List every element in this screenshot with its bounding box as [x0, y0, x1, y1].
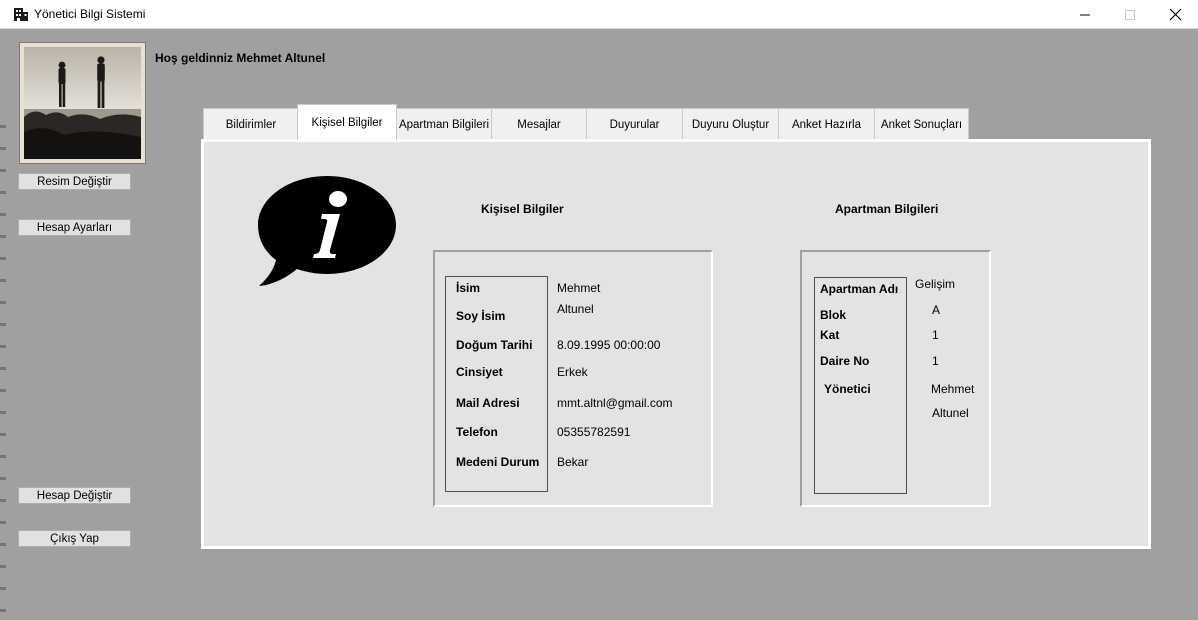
- tab-notifications[interactable]: Bildirimler: [203, 108, 299, 140]
- gender-label: Cinsiyet: [456, 365, 503, 379]
- tab-survey-results[interactable]: Anket Sonuçları: [874, 108, 969, 140]
- marital-status-value: Bekar: [557, 455, 589, 469]
- tab-prepare-survey[interactable]: Anket Hazırla: [778, 108, 875, 140]
- surname-value: Altunel: [557, 302, 594, 316]
- apartment-name-value: Gelişim: [915, 277, 956, 291]
- tab-personal-info[interactable]: Kişisel Bilgiler: [297, 104, 397, 140]
- name-label: İsim: [456, 281, 481, 295]
- welcome-message: Hoş geldinniz Mehmet Altunel: [155, 51, 326, 65]
- maximize-icon: [1125, 9, 1135, 20]
- apartment-info-group: Apartman Adı Blok Kat Daire No Yönetici …: [800, 250, 991, 507]
- marital-status-label: Medeni Durum: [456, 455, 540, 469]
- surname-label: Soy İsim: [456, 309, 506, 323]
- close-button[interactable]: [1152, 0, 1198, 29]
- mail-value: mmt.altnl@gmail.com: [557, 396, 673, 410]
- logout-button[interactable]: Çıkış Yap: [18, 530, 131, 547]
- minimize-icon: [1080, 14, 1090, 15]
- door-number-value: 1: [932, 354, 939, 368]
- floor-label: Kat: [820, 328, 840, 342]
- tab-announcements[interactable]: Duyurular: [586, 108, 683, 140]
- personal-info-group: İsim Soy İsim Doğum Tarihi Cinsiyet Mail…: [433, 250, 713, 507]
- building-icon: [14, 8, 28, 21]
- personal-info-title: Kişisel Bilgiler: [481, 202, 564, 216]
- block-value: A: [932, 303, 941, 317]
- profile-photo: [19, 42, 146, 164]
- mail-label: Mail Adresi: [456, 396, 520, 410]
- manager-last-name-value: Altunel: [932, 406, 969, 420]
- close-icon: [1169, 8, 1181, 21]
- info-speech-bubble-icon: [258, 176, 396, 286]
- birth-date-label: Doğum Tarihi: [456, 338, 533, 352]
- change-photo-button[interactable]: Resim Değiştir: [18, 173, 131, 190]
- block-label: Blok: [820, 308, 847, 322]
- manager-label: Yönetici: [824, 382, 871, 396]
- gender-value: Erkek: [557, 365, 588, 379]
- manager-first-name-value: Mehmet: [931, 382, 975, 396]
- window-title: Yönetici Bilgi Sistemi: [34, 7, 146, 21]
- apartment-name-label: Apartman Adı: [820, 282, 899, 296]
- minimize-button[interactable]: [1062, 0, 1108, 29]
- tab-apartment-info[interactable]: Apartman Bilgileri: [396, 108, 492, 140]
- account-settings-button[interactable]: Hesap Ayarları: [18, 219, 131, 236]
- switch-account-button[interactable]: Hesap Değiştir: [18, 487, 131, 504]
- client-area: Hoş geldinniz Mehmet Altunel Resim Değiş…: [0, 30, 1198, 620]
- phone-value: 05355782591: [557, 425, 631, 439]
- name-value: Mehmet: [557, 281, 601, 295]
- maximize-button[interactable]: [1107, 0, 1153, 29]
- apartment-info-title: Apartman Bilgileri: [835, 202, 939, 216]
- tab-messages[interactable]: Mesajlar: [491, 108, 587, 140]
- title-bar[interactable]: Yönetici Bilgi Sistemi: [0, 0, 1198, 29]
- background-window-edge: [0, 125, 6, 615]
- profile-photo-image: [24, 47, 141, 159]
- phone-label: Telefon: [456, 425, 498, 439]
- tab-create-announcement[interactable]: Duyuru Oluştur: [682, 108, 779, 140]
- floor-value: 1: [932, 328, 939, 342]
- door-number-label: Daire No: [820, 354, 870, 368]
- tab-panel-personal-info: Kişisel Bilgiler Apartman Bilgileri İsim…: [201, 139, 1151, 549]
- birth-date-value: 8.09.1995 00:00:00: [557, 338, 661, 352]
